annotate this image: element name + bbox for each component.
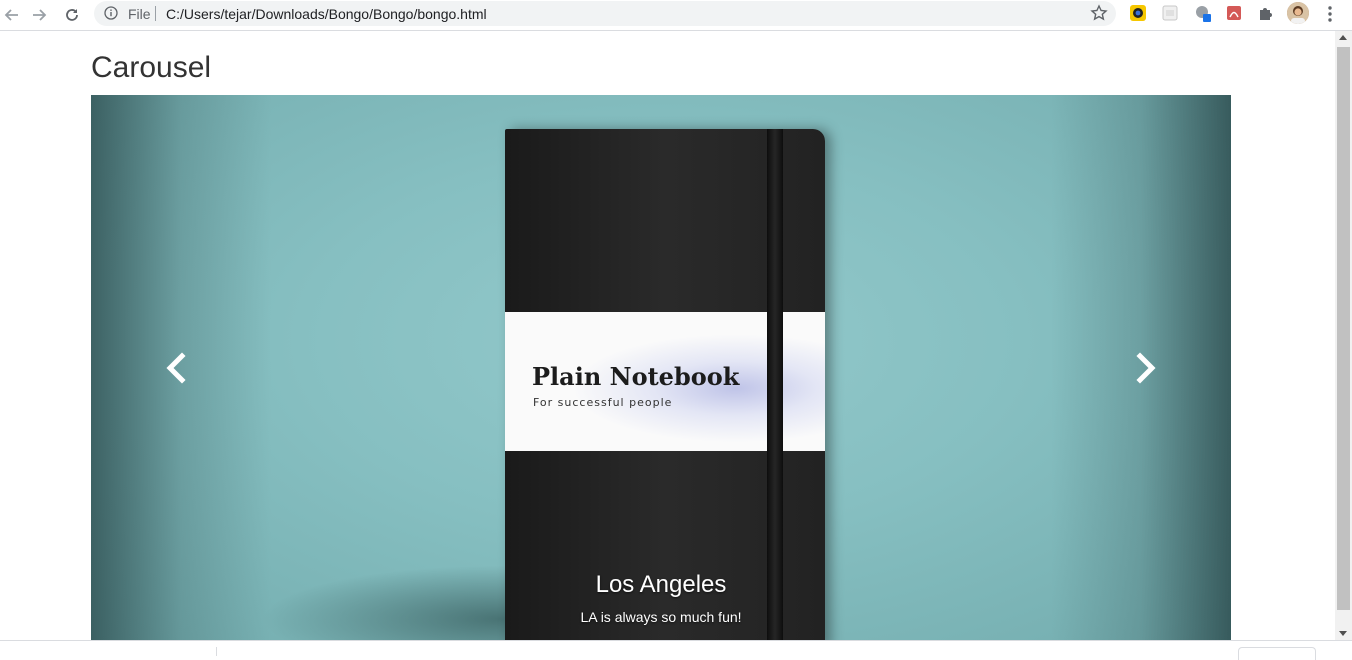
info-icon[interactable] bbox=[104, 6, 118, 20]
reload-button[interactable] bbox=[61, 4, 83, 26]
carousel-prev-button[interactable] bbox=[91, 95, 261, 640]
extension-camera-icon[interactable] bbox=[1129, 4, 1147, 22]
carousel-caption-text: LA is always so much fun! bbox=[580, 609, 742, 625]
carousel-next-button[interactable] bbox=[1061, 95, 1231, 640]
bottom-bar-button[interactable] bbox=[1238, 647, 1316, 660]
url-text[interactable]: C:/Users/tejar/Downloads/Bongo/Bongo/bon… bbox=[166, 6, 487, 22]
extension-badge-icon[interactable] bbox=[1194, 4, 1212, 22]
profile-avatar[interactable] bbox=[1287, 2, 1309, 24]
url-scheme-label: File bbox=[128, 6, 151, 22]
carousel-caption-title: Los Angeles bbox=[595, 571, 727, 598]
scroll-down-arrow-icon[interactable] bbox=[1339, 631, 1347, 636]
omnibox-divider bbox=[155, 6, 156, 21]
vertical-scrollbar[interactable] bbox=[1335, 31, 1352, 640]
page-title: Carousel bbox=[91, 51, 212, 84]
avatar-icon bbox=[1287, 2, 1309, 24]
arrow-left-icon bbox=[4, 9, 18, 21]
carousel-slide-image: Plain Notebook For successful people bbox=[505, 129, 825, 640]
forward-button[interactable] bbox=[29, 4, 51, 26]
notebook-title: Plain Notebook bbox=[532, 362, 740, 391]
bookmark-star-icon[interactable] bbox=[1090, 4, 1108, 22]
address-bar[interactable]: File C:/Users/tejar/Downloads/Bongo/Bong… bbox=[94, 1, 1116, 26]
reload-icon bbox=[66, 9, 78, 21]
chevron-right-icon bbox=[1136, 351, 1156, 384]
extensions-puzzle-icon[interactable] bbox=[1257, 4, 1275, 22]
arrow-right-icon bbox=[33, 9, 47, 21]
extension-pdf-icon[interactable] bbox=[1225, 4, 1243, 22]
notebook-subtitle: For successful people bbox=[533, 396, 673, 409]
browser-toolbar: File C:/Users/tejar/Downloads/Bongo/Bong… bbox=[0, 0, 1352, 31]
scroll-up-arrow-icon[interactable] bbox=[1339, 35, 1347, 40]
extension-page-icon[interactable] bbox=[1161, 4, 1179, 22]
bottom-bar bbox=[0, 640, 1352, 660]
back-button[interactable] bbox=[0, 4, 22, 26]
menu-kebab-icon[interactable] bbox=[1321, 4, 1339, 24]
scrollbar-thumb[interactable] bbox=[1337, 47, 1350, 610]
carousel: Plain Notebook For successful people Los… bbox=[91, 95, 1231, 640]
chevron-left-icon bbox=[166, 351, 186, 384]
notebook-elastic-band bbox=[767, 129, 783, 640]
